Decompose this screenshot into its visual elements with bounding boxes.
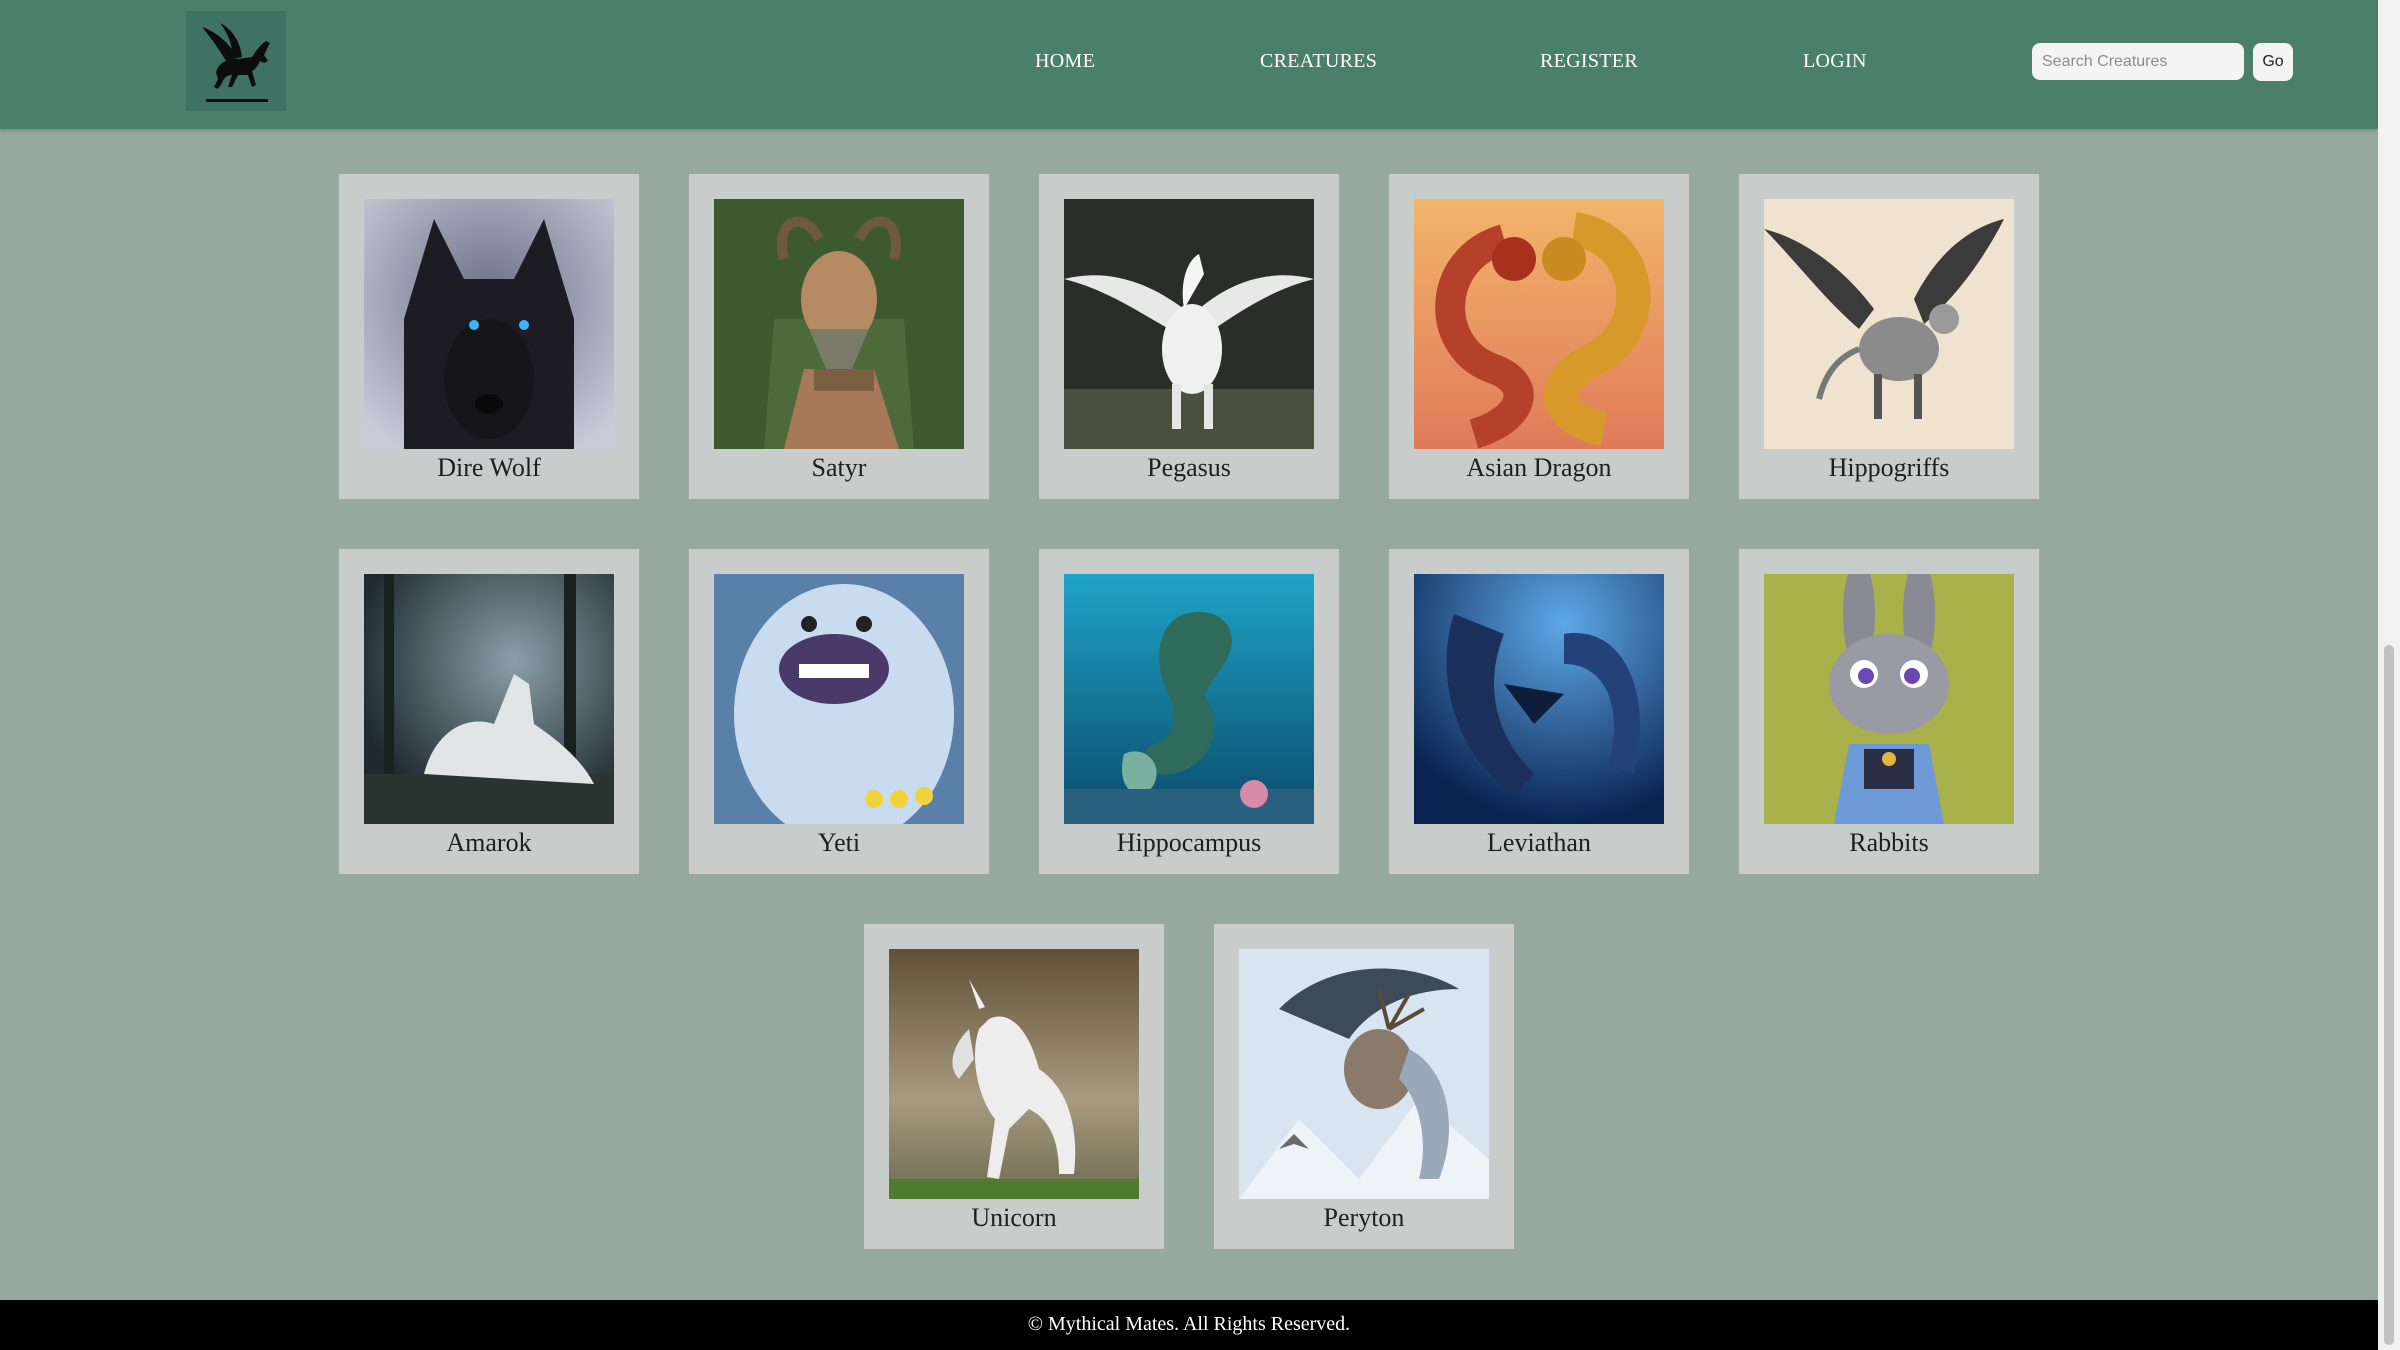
creature-card-hippocampus[interactable]: Hippocampus — [1039, 549, 1339, 874]
creature-name: Peryton — [1323, 1203, 1405, 1232]
pegasus-image[interactable] — [1064, 199, 1314, 449]
creature-card-leviathan[interactable]: Leviathan — [1389, 549, 1689, 874]
creature-card-dire-wolf[interactable]: Dire Wolf — [339, 174, 639, 499]
navbar: HOME CREATURES REGISTER LOGIN Go — [0, 0, 2378, 129]
creature-card-unicorn[interactable]: Unicorn — [864, 924, 1164, 1249]
hippogriffs-image[interactable] — [1764, 199, 2014, 449]
creature-card-peryton[interactable]: Peryton — [1214, 924, 1514, 1249]
creature-name: Dire Wolf — [437, 453, 541, 482]
creature-name: Satyr — [811, 453, 867, 482]
yeti-image[interactable] — [714, 574, 964, 824]
nav-register-link[interactable]: REGISTER — [1540, 50, 1638, 73]
creature-card-hippogriffs[interactable]: Hippogriffs — [1739, 174, 2039, 499]
satyr-image[interactable] — [714, 199, 964, 449]
creature-name: Pegasus — [1147, 453, 1231, 482]
dire-wolf-image[interactable] — [364, 199, 614, 449]
creature-card-pegasus[interactable]: Pegasus — [1039, 174, 1339, 499]
search-input[interactable] — [2032, 43, 2244, 80]
leviathan-image[interactable] — [1414, 574, 1664, 824]
unicorn-image[interactable] — [889, 949, 1139, 1199]
creature-card-rabbits[interactable]: Rabbits — [1739, 549, 2039, 874]
creature-card-satyr[interactable]: Satyr — [689, 174, 989, 499]
copyright-text: © Mythical Mates. All Rights Reserved. — [1027, 1313, 1351, 1335]
footer: © Mythical Mates. All Rights Reserved. — [0, 1300, 2378, 1350]
creature-name: Leviathan — [1487, 828, 1591, 857]
creature-name: Asian Dragon — [1466, 453, 1612, 482]
creature-name: Hippogriffs — [1828, 453, 1950, 482]
hippocampus-image[interactable] — [1064, 574, 1314, 824]
peryton-image[interactable] — [1239, 949, 1489, 1199]
creature-name: Hippocampus — [1116, 828, 1262, 857]
vertical-scrollbar[interactable] — [2378, 0, 2400, 1350]
nav-login-link[interactable]: LOGIN — [1803, 50, 1867, 73]
creature-card-asian-dragon[interactable]: Asian Dragon — [1389, 174, 1689, 499]
scrollbar-thumb[interactable] — [2384, 645, 2394, 1345]
rabbits-image[interactable] — [1764, 574, 2014, 824]
go-button[interactable]: Go — [2253, 43, 2293, 81]
creature-name: Yeti — [817, 828, 861, 857]
creature-name: Unicorn — [971, 1203, 1057, 1232]
nav-home-link[interactable]: HOME — [1035, 50, 1095, 73]
creature-name: Rabbits — [1849, 828, 1929, 857]
pegasus-logo-icon[interactable] — [186, 11, 286, 111]
asian-dragon-image[interactable] — [1414, 199, 1664, 449]
creature-card-yeti[interactable]: Yeti — [689, 549, 989, 874]
amarok-image[interactable] — [364, 574, 614, 824]
nav-creatures-link[interactable]: CREATURES — [1260, 50, 1377, 73]
page: HOME CREATURES REGISTER LOGIN Go Dire Wo… — [0, 0, 2378, 1350]
creature-card-amarok[interactable]: Amarok — [339, 549, 639, 874]
creature-name: Amarok — [446, 828, 532, 857]
